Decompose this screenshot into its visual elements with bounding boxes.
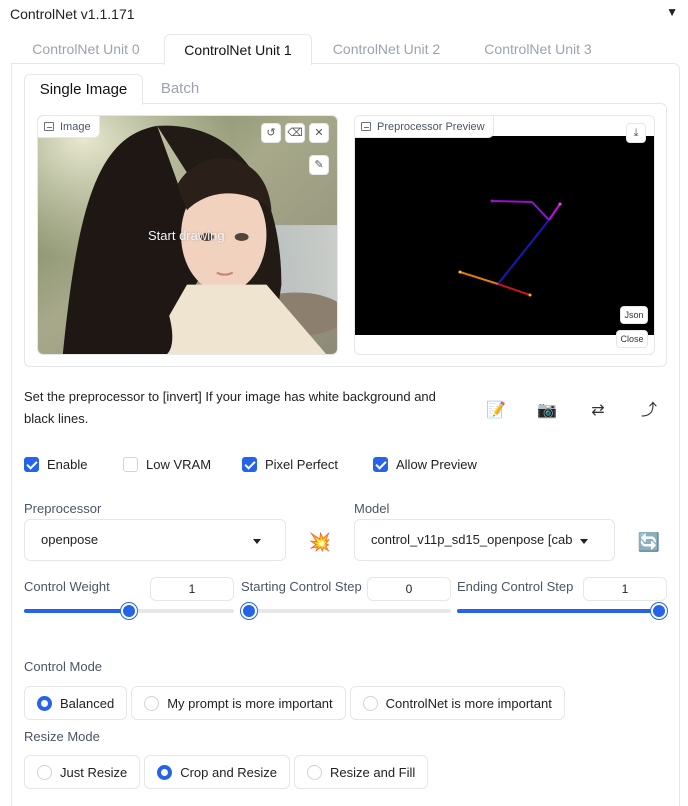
image-input[interactable]: Image Start drawing ↺ ⌫ ✕ ✎ xyxy=(37,115,338,355)
slider-fill xyxy=(457,609,659,613)
swap-arrows-icon[interactable]: ⇄ xyxy=(583,396,613,426)
radio-label: My prompt is more important xyxy=(167,695,333,711)
arrow-up-icon[interactable]: ⤴ xyxy=(634,396,664,426)
control-mode-option[interactable]: My prompt is more important xyxy=(131,686,346,720)
model-value: control_v11p_sd15_openpose [cab xyxy=(371,532,573,547)
eraser-icon[interactable]: ⌫ xyxy=(285,123,305,143)
preprocessor-hint: Set the preprocessor to [invert] If your… xyxy=(24,389,436,426)
openpose-skeleton xyxy=(458,199,562,297)
radio-label: Balanced xyxy=(60,695,115,711)
starting-step-label: Starting Control Step xyxy=(241,579,362,594)
resize-mode-radio-group: Just Resize Crop and Resize Resize and F… xyxy=(24,755,429,789)
slider-thumb[interactable] xyxy=(121,603,137,619)
checkbox-box[interactable] xyxy=(242,457,257,472)
tab-single-image[interactable]: Single Image xyxy=(24,74,143,105)
image-label-text: Image xyxy=(60,120,91,133)
enable-checkbox[interactable]: Enable xyxy=(24,457,87,472)
control-mode-radio-group: Balanced My prompt is more important Con… xyxy=(24,686,565,720)
starting-step-input[interactable]: 0 xyxy=(367,577,451,601)
slider-fill xyxy=(24,609,129,613)
image-icon xyxy=(361,122,371,131)
checkbox-box[interactable] xyxy=(123,457,138,472)
model-label: Model xyxy=(354,501,390,516)
image-icon xyxy=(44,122,54,131)
chevron-down-icon xyxy=(580,539,588,544)
panel-title: ControlNet v1.1.171 xyxy=(10,6,135,22)
resize-mode-option[interactable]: Crop and Resize xyxy=(144,755,291,789)
preview-label: Preprocessor Preview xyxy=(355,116,494,138)
preprocessor-preview: Preprocessor Preview ⤓ Json Close xyxy=(354,115,655,355)
control-weight-label: Control Weight xyxy=(24,579,110,594)
checkbox-box[interactable] xyxy=(373,457,388,472)
checkbox-label: Low VRAM xyxy=(146,457,212,472)
json-button[interactable]: Json xyxy=(620,306,648,324)
checkbox-label: Allow Preview xyxy=(396,457,477,472)
control-weight-slider[interactable] xyxy=(24,603,234,619)
radio-circle[interactable] xyxy=(37,695,52,711)
explosion-run-icon[interactable]: 💥 xyxy=(306,528,334,556)
slider-thumb[interactable] xyxy=(241,603,257,619)
download-icon[interactable]: ⤓ xyxy=(626,123,646,143)
image-label: Image xyxy=(38,116,100,138)
radio-label: Resize and Fill xyxy=(330,764,416,780)
resize-mode-option[interactable]: Resize and Fill xyxy=(294,755,429,789)
tab-unit-2[interactable]: ControlNet Unit 2 xyxy=(314,34,459,64)
radio-label: ControlNet is more important xyxy=(385,695,552,711)
radio-circle[interactable] xyxy=(144,695,160,711)
tab-unit-0[interactable]: ControlNet Unit 0 xyxy=(12,34,160,64)
undo-icon[interactable]: ↺ xyxy=(261,123,281,143)
preprocessor-dropdown[interactable]: openpose xyxy=(24,519,286,561)
radio-label: Just Resize xyxy=(60,764,128,780)
allow-preview-checkbox[interactable]: Allow Preview xyxy=(373,457,477,472)
close-button[interactable]: Close xyxy=(616,330,648,348)
preprocessor-label: Preprocessor xyxy=(24,501,102,516)
edit-note-icon[interactable]: 📝 xyxy=(481,396,511,426)
radio-circle[interactable] xyxy=(157,764,173,780)
camera-icon[interactable]: 📷 xyxy=(532,396,562,426)
radio-circle[interactable] xyxy=(362,695,378,711)
control-weight-input[interactable]: 1 xyxy=(150,577,234,601)
preprocessor-value: openpose xyxy=(41,532,99,547)
ending-step-input[interactable]: 1 xyxy=(583,577,667,601)
slider-track xyxy=(241,609,451,613)
radio-circle[interactable] xyxy=(37,764,52,780)
ending-step-slider[interactable] xyxy=(457,603,667,619)
checkbox-label: Pixel Perfect xyxy=(265,457,338,472)
control-mode-option[interactable]: ControlNet is more important xyxy=(349,686,565,720)
pixel-perfect-checkbox[interactable]: Pixel Perfect xyxy=(242,457,338,472)
starting-step-slider[interactable] xyxy=(241,603,451,619)
checkbox-label: Enable xyxy=(47,457,88,472)
preview-label-text: Preprocessor Preview xyxy=(377,120,485,133)
brush-icon[interactable]: ✎ xyxy=(309,155,329,175)
tab-unit-3[interactable]: ControlNet Unit 3 xyxy=(464,34,612,64)
radio-label: Crop and Resize xyxy=(180,764,278,780)
checkbox-box[interactable] xyxy=(24,457,39,472)
triangle-down-icon[interactable]: ▼ xyxy=(666,5,678,19)
start-drawing-text: Start drawing xyxy=(148,228,225,243)
resize-mode-option[interactable]: Just Resize xyxy=(24,755,141,789)
tab-unit-1[interactable]: ControlNet Unit 1 xyxy=(164,34,312,65)
pose-preview-image xyxy=(355,136,654,335)
refresh-icon[interactable]: 🔄 xyxy=(635,528,663,556)
close-icon[interactable]: ✕ xyxy=(309,123,329,143)
control-mode-label: Control Mode xyxy=(24,659,103,674)
resize-mode-label: Resize Mode xyxy=(24,729,100,744)
slider-thumb[interactable] xyxy=(651,603,667,619)
ending-step-label: Ending Control Step xyxy=(457,579,574,594)
controlnet-header[interactable]: ControlNet v1.1.171 ▼ xyxy=(0,0,688,30)
low-vram-checkbox[interactable]: Low VRAM xyxy=(123,457,211,472)
chevron-down-icon xyxy=(253,539,261,544)
control-mode-option[interactable]: Balanced xyxy=(24,686,128,720)
radio-circle[interactable] xyxy=(307,764,323,780)
model-dropdown[interactable]: control_v11p_sd15_openpose [cab xyxy=(354,519,615,561)
tab-batch[interactable]: Batch xyxy=(144,74,216,104)
